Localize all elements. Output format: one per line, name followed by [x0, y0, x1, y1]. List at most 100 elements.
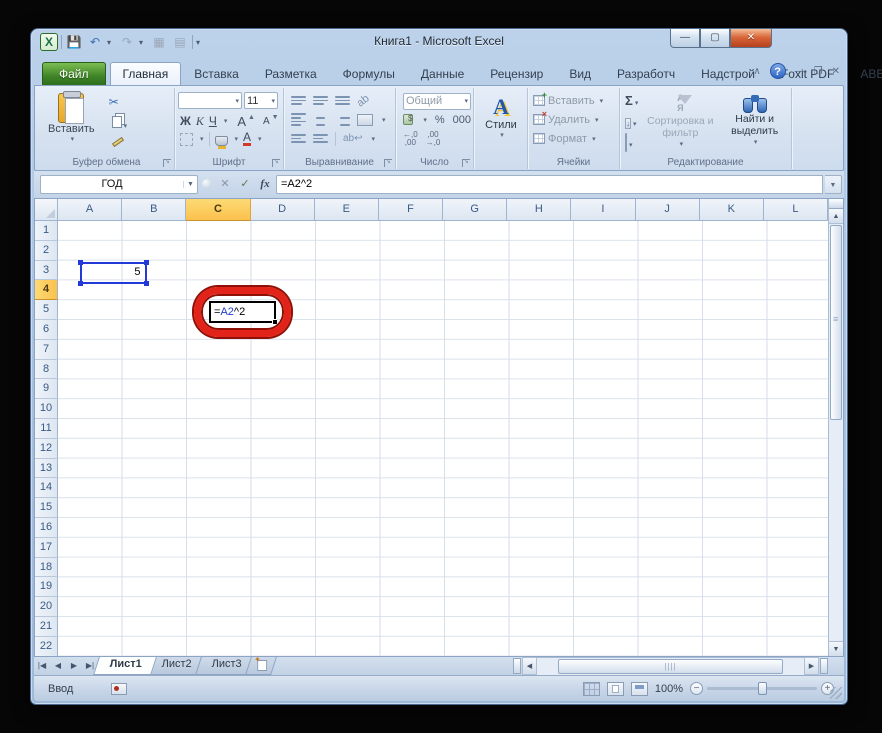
merge-center-icon[interactable]	[357, 113, 373, 126]
font-name-combo[interactable]: ▾	[178, 92, 242, 109]
sort-filter-button[interactable]: АЯ Сортировка и фильтр ▾	[640, 91, 720, 155]
shrink-font-button[interactable]: А	[263, 116, 270, 127]
number-dialog-launcher-icon[interactable]	[462, 157, 470, 167]
next-sheet-icon[interactable]: ▶	[66, 657, 82, 675]
italic-button[interactable]: К	[196, 114, 204, 129]
tab-формулы[interactable]: Формулы	[330, 62, 408, 85]
align-right-icon[interactable]	[335, 113, 350, 126]
paste-dropdown-icon[interactable]: ▾	[71, 135, 75, 143]
page-layout-view-icon[interactable]	[606, 681, 624, 696]
horizontal-scrollbar[interactable]: ◀ |||| ▶	[512, 657, 829, 675]
restore-button[interactable]: ▢	[700, 29, 730, 48]
clear-button[interactable]: ▾	[625, 133, 638, 152]
column-header-H[interactable]: H	[507, 199, 572, 221]
tab-рецензир[interactable]: Рецензир	[477, 62, 556, 85]
tab-данные[interactable]: Данные	[408, 62, 477, 85]
row-header-9[interactable]: 9	[35, 379, 58, 400]
row-header-21[interactable]: 21	[35, 616, 58, 637]
percent-button[interactable]: %	[435, 114, 445, 126]
row-header-12[interactable]: 12	[35, 438, 58, 459]
row-header-15[interactable]: 15	[35, 498, 58, 518]
paste-button[interactable]: Вставить ▾	[42, 91, 101, 155]
row-header-16[interactable]: 16	[35, 517, 58, 538]
enter-entry-button[interactable]: ✓	[236, 176, 254, 193]
close-button[interactable]: ✕	[730, 29, 772, 48]
align-top-icon[interactable]	[291, 96, 306, 105]
tab-abbyy-pdf[interactable]: ABBYY PDF	[847, 62, 882, 85]
borders-icon[interactable]	[180, 132, 193, 146]
column-header-B[interactable]: B	[122, 199, 187, 221]
cut-button[interactable]: ✂	[109, 94, 128, 110]
column-header-F[interactable]: F	[378, 199, 444, 221]
align-middle-icon[interactable]	[313, 96, 328, 105]
increase-decimal-icon[interactable]: ←,0,00	[403, 130, 418, 147]
row-header-2[interactable]: 2	[35, 240, 58, 261]
doc-minimize-icon[interactable]: —	[795, 66, 805, 77]
page-break-view-icon[interactable]	[630, 681, 648, 696]
format-cells-button[interactable]: Формат ▾	[531, 129, 617, 148]
decrease-decimal-icon[interactable]: ,00 →,0	[426, 130, 441, 147]
orientation-icon[interactable]: ab	[355, 92, 372, 109]
fill-button[interactable]: ↓ ▾	[625, 113, 638, 131]
currency-icon[interactable]	[403, 114, 414, 125]
column-header-D[interactable]: D	[250, 199, 315, 221]
column-header-A[interactable]: A	[58, 199, 123, 221]
alignment-dialog-launcher-icon[interactable]	[384, 157, 392, 167]
scroll-up-icon[interactable]: ▲	[829, 209, 843, 224]
wrap-text-icon[interactable]: ab↩	[343, 133, 363, 144]
row-header-5[interactable]: 5	[35, 300, 58, 320]
underline-button[interactable]: Ч	[209, 114, 217, 128]
fill-color-icon[interactable]	[214, 136, 228, 149]
column-header-L[interactable]: L	[763, 199, 829, 221]
horizontal-scroll-track[interactable]: ||||	[537, 657, 804, 675]
doc-close-icon[interactable]: ✕	[832, 66, 840, 77]
increase-indent-icon[interactable]	[313, 134, 328, 143]
edit-cell-C4[interactable]: =A2^2	[209, 301, 277, 325]
autosum-button[interactable]: Σ ▾	[625, 92, 638, 110]
prev-sheet-icon[interactable]: ◀	[50, 657, 66, 675]
number-format-combo[interactable]: Общий ▾	[403, 92, 471, 110]
insert-sheet-tab[interactable]	[245, 657, 278, 675]
horizontal-split-handle[interactable]	[820, 658, 828, 674]
tab-вид[interactable]: Вид	[556, 62, 604, 85]
zoom-out-icon[interactable]: −	[690, 682, 703, 695]
column-header-J[interactable]: J	[635, 199, 700, 221]
name-box-dropdown-icon[interactable]: ▼	[183, 180, 197, 188]
copy-button[interactable]: ▾	[109, 113, 127, 130]
find-select-button[interactable]: Найти и выделить ▾	[720, 91, 789, 155]
tab-разметка[interactable]: Разметка	[252, 62, 330, 85]
zoom-level[interactable]: 100%	[655, 683, 683, 695]
row-header-18[interactable]: 18	[35, 557, 58, 578]
row-header-13[interactable]: 13	[35, 458, 58, 479]
formula-input[interactable]: =A2^2	[276, 174, 823, 194]
row-header-4[interactable]: 4	[35, 280, 58, 301]
vertical-scrollbar[interactable]: ▲ ▼	[828, 199, 843, 656]
row-header-14[interactable]: 14	[35, 478, 58, 499]
row-header-11[interactable]: 11	[35, 418, 58, 439]
normal-view-icon[interactable]	[582, 681, 600, 696]
tab-вставка[interactable]: Вставка	[181, 62, 252, 85]
delete-cells-button[interactable]: Удалить▾	[531, 109, 617, 129]
help-icon[interactable]: ?	[769, 63, 786, 79]
first-sheet-icon[interactable]: |◀	[34, 657, 50, 675]
row-header-3[interactable]: 3	[35, 260, 58, 281]
zoom-track[interactable]	[707, 682, 817, 695]
column-header-K[interactable]: K	[699, 199, 764, 221]
insert-function-button[interactable]: fx	[256, 176, 274, 193]
minimize-button[interactable]: —	[670, 29, 700, 48]
row-header-1[interactable]: 1	[35, 221, 58, 241]
font-dialog-launcher-icon[interactable]	[272, 157, 280, 167]
column-header-G[interactable]: G	[443, 199, 508, 221]
clipboard-dialog-launcher-icon[interactable]	[163, 157, 171, 167]
sheet-tab-лист1[interactable]: Лист1	[93, 657, 158, 675]
align-left-icon[interactable]	[291, 113, 306, 126]
name-box[interactable]: ГОД ▼	[40, 174, 198, 194]
scroll-right-icon[interactable]: ▶	[804, 657, 819, 675]
font-color-button[interactable]: А	[243, 131, 252, 146]
insert-cells-button[interactable]: Вставить▾	[531, 90, 617, 110]
referenced-cell-A2[interactable]: 5	[78, 259, 149, 286]
zoom-thumb[interactable]	[758, 682, 767, 695]
horizontal-scroll-thumb[interactable]: ||||	[558, 659, 783, 674]
thousands-button[interactable]: 000	[453, 114, 471, 126]
tab-split-handle[interactable]	[513, 658, 521, 674]
